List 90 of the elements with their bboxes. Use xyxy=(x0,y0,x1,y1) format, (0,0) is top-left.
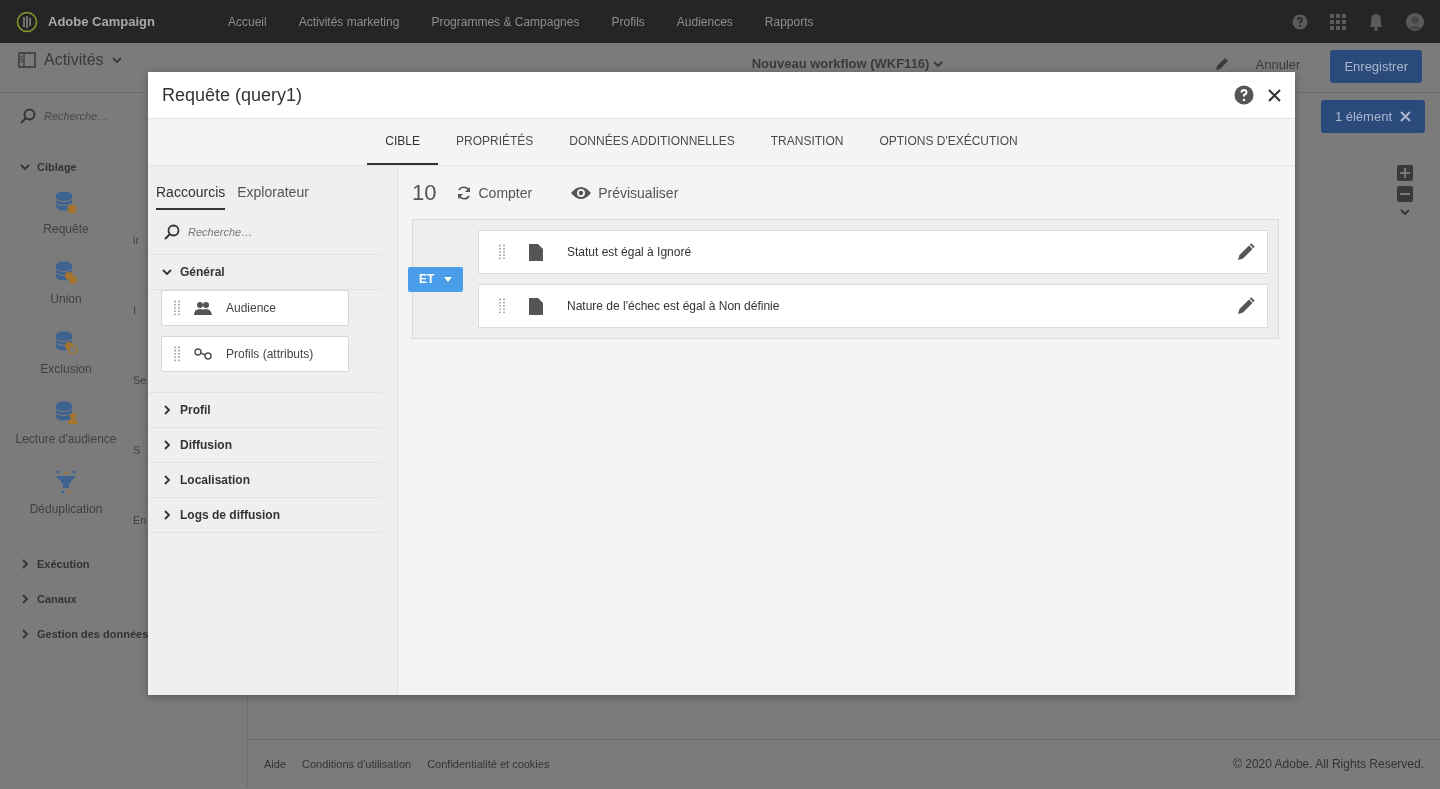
nav-link[interactable]: Accueil xyxy=(228,14,267,29)
logo-icon[interactable] xyxy=(16,10,38,33)
chevron-down-icon xyxy=(162,267,172,277)
chevron-right-icon xyxy=(162,475,172,485)
nav-link[interactable]: Audiences xyxy=(676,14,733,29)
footer-link[interactable]: Confidentialité et cookies xyxy=(427,758,550,770)
panel-tab[interactable]: Explorateur xyxy=(237,184,309,210)
document-icon xyxy=(529,243,543,261)
help-icon[interactable] xyxy=(1234,85,1254,105)
search-icon xyxy=(164,224,180,240)
chevron-right-icon xyxy=(20,628,30,639)
document-icon xyxy=(529,297,543,315)
activity-label[interactable]: Requête xyxy=(43,222,89,236)
activity-label[interactable]: Exclusion xyxy=(40,362,92,376)
condition-row[interactable]: Statut est égal à Ignoré xyxy=(478,230,1268,274)
bell-icon[interactable] xyxy=(1368,12,1384,31)
group-header[interactable]: Localisation xyxy=(148,463,381,498)
caret-icon xyxy=(444,276,453,282)
dialog-tab[interactable]: PROPRIÉTÉS xyxy=(438,119,552,165)
dialog-tab[interactable]: TRANSITION xyxy=(752,119,862,165)
search-placeholder[interactable]: Recherche… xyxy=(188,226,253,238)
panel-tab[interactable]: Raccourcis xyxy=(156,184,226,210)
nav-link[interactable]: Programmes & Campagnes xyxy=(431,14,580,29)
chevron-down-icon xyxy=(111,55,122,65)
activity-label[interactable]: En xyxy=(133,514,147,526)
group-header[interactable]: Profil xyxy=(148,393,381,428)
activity-label[interactable]: Lecture d'audience xyxy=(15,432,117,446)
chevron-down-icon xyxy=(1400,207,1410,217)
footer-link[interactable]: Conditions d'utilisation xyxy=(302,758,412,770)
chevron-down-icon xyxy=(20,161,30,172)
link-icon xyxy=(194,348,212,360)
search-icon xyxy=(20,108,36,124)
refresh-icon xyxy=(456,185,473,201)
chevron-right-icon xyxy=(20,593,30,604)
activity-label[interactable]: I xyxy=(133,304,137,316)
database-icon xyxy=(54,330,78,354)
drag-handle-icon[interactable] xyxy=(499,244,505,260)
chevron-right-icon xyxy=(162,440,172,450)
activity-label[interactable]: Se xyxy=(133,374,147,386)
section-header[interactable]: Gestion des données xyxy=(0,616,149,651)
activities-menu[interactable]: Activités xyxy=(44,51,104,69)
people-icon xyxy=(194,301,212,315)
selection-badge[interactable]: 1 élément xyxy=(1320,100,1425,133)
chevron-right-icon xyxy=(20,558,30,569)
nav-link[interactable]: Rapports xyxy=(764,14,814,29)
section-header[interactable]: Canaux xyxy=(0,581,77,616)
chevron-right-icon xyxy=(162,510,172,520)
chevron-down-icon xyxy=(933,58,944,69)
funnel-icon xyxy=(54,470,78,494)
preview-button[interactable]: Prévisualiser xyxy=(564,184,685,202)
dialog-title: Requête (query1) xyxy=(162,84,303,106)
group-header[interactable]: Logs de diffusion xyxy=(148,498,381,533)
eye-icon xyxy=(570,186,593,200)
database-icon xyxy=(54,400,78,424)
avatar-icon[interactable] xyxy=(1406,12,1424,31)
apps-grid-icon[interactable] xyxy=(1330,13,1346,30)
activity-label[interactable]: Déduplication xyxy=(29,502,103,516)
database-icon xyxy=(54,190,78,214)
chevron-right-icon xyxy=(162,405,172,415)
dialog-tab[interactable]: OPTIONS D'EXÉCUTION xyxy=(861,119,1036,165)
nav-link[interactable]: Activités marketing xyxy=(298,14,400,29)
zoom-in-icon[interactable] xyxy=(1397,165,1413,181)
pencil-icon[interactable] xyxy=(1237,243,1255,261)
group-header[interactable]: Diffusion xyxy=(148,428,381,463)
footer-link[interactable]: Aide xyxy=(264,758,287,770)
count-button[interactable]: Compter xyxy=(450,184,539,202)
cancel-button[interactable]: Annuler xyxy=(1249,56,1307,73)
drag-handle-icon[interactable] xyxy=(174,300,180,316)
count-value: 10 xyxy=(412,180,437,206)
section-header[interactable]: Exécution xyxy=(0,546,90,581)
section-header[interactable]: Ciblage xyxy=(0,149,77,184)
pencil-icon[interactable] xyxy=(1237,297,1255,315)
brand-name[interactable]: Adobe Campaign xyxy=(48,14,198,29)
dialog-tab[interactable]: DONNÉES ADDITIONNELLES xyxy=(551,119,753,165)
save-button[interactable]: Enregistrer xyxy=(1330,50,1422,83)
copyright-text: © 2020 Adobe. All Rights Reserved. xyxy=(1233,757,1424,771)
drag-handle-icon[interactable] xyxy=(499,298,505,314)
drag-handle-icon[interactable] xyxy=(174,346,180,362)
activity-label[interactable]: S xyxy=(133,444,141,456)
condition-row[interactable]: Nature de l'échec est égal à Non définie xyxy=(478,284,1268,328)
activity-label[interactable]: Union xyxy=(50,292,82,306)
database-icon xyxy=(54,260,78,284)
close-icon[interactable] xyxy=(1268,88,1281,102)
shortcut-item[interactable]: Audience xyxy=(161,290,349,326)
zoom-out-icon[interactable] xyxy=(1397,186,1413,202)
shortcut-item[interactable]: Profils (attributs) xyxy=(161,336,349,372)
workflow-title[interactable]: Nouveau workflow (WKF116) xyxy=(751,56,930,71)
sidebar-toggle-icon[interactable] xyxy=(18,52,36,68)
nav-link[interactable]: Profils xyxy=(611,14,645,29)
operator-dropdown[interactable]: ET xyxy=(408,266,463,292)
